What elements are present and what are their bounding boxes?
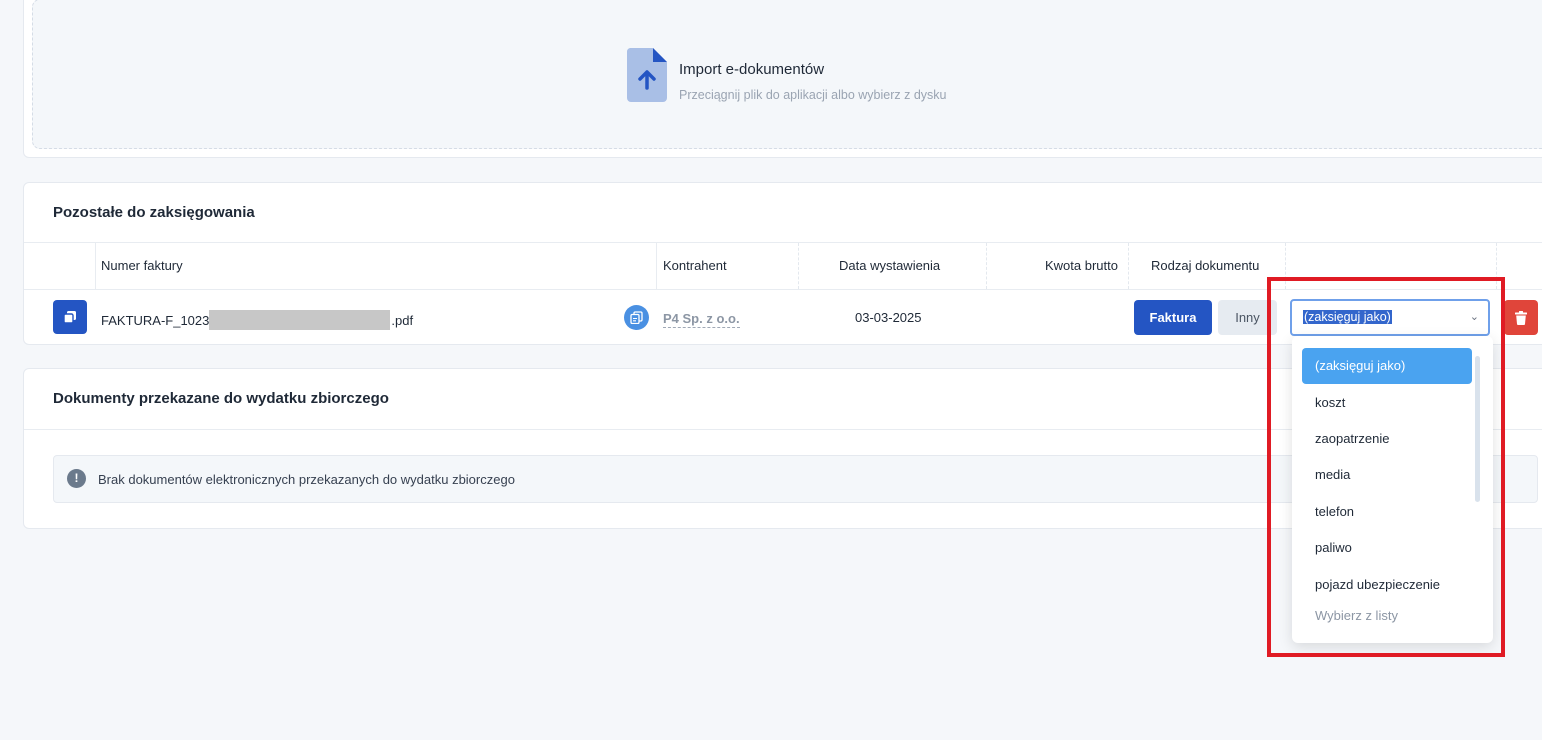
redacted-block <box>209 310 391 330</box>
dropdown-option[interactable]: (zaksięguj jako) <box>1302 348 1472 384</box>
book-as-select[interactable]: (zaksięguj jako) ⌄ <box>1290 299 1490 336</box>
remaining-title: Pozostałe do zaksięgowania <box>53 204 255 221</box>
dropdown-option[interactable]: koszt <box>1302 385 1472 421</box>
empty-notice-text: Brak dokumentów elektronicznych przekaza… <box>98 472 515 487</box>
column-divider <box>1496 243 1497 289</box>
issue-date: 03-03-2025 <box>855 310 922 325</box>
contractor-link[interactable]: P4 Sp. z o.o. <box>663 311 740 328</box>
filename-suffix: .pdf <box>391 312 414 328</box>
column-divider <box>798 243 799 289</box>
delete-button[interactable] <box>1504 300 1538 335</box>
column-divider <box>95 243 96 289</box>
dropdown-scrollbar[interactable] <box>1475 356 1480 502</box>
contractor-details-icon[interactable] <box>624 305 649 330</box>
column-invoice-number: Numer faktury <box>101 258 183 273</box>
column-divider <box>1128 243 1129 289</box>
dropdown-placeholder: Wybierz z listy <box>1315 608 1398 623</box>
import-dropzone[interactable]: Import e-dokumentów Przeciągnij plik do … <box>32 0 1542 149</box>
column-divider <box>656 243 657 289</box>
document-stack-icon <box>630 311 643 324</box>
import-title: Import e-dokumentów <box>679 61 825 78</box>
column-gross-amount: Kwota brutto <box>1045 258 1118 273</box>
import-card: Import e-dokumentów Przeciągnij plik do … <box>23 0 1542 158</box>
faktura-button[interactable]: Faktura <box>1134 300 1212 335</box>
column-divider <box>986 243 987 289</box>
filename-prefix: FAKTURA-F_1023 <box>101 312 210 328</box>
collective-title: Dokumenty przekazane do wydatku zbiorcze… <box>53 390 389 407</box>
dropdown-option[interactable]: paliwo <box>1302 530 1472 566</box>
book-as-dropdown: (zaksięguj jako) koszt zaopatrzenie medi… <box>1292 336 1493 643</box>
dropdown-option[interactable]: telefon <box>1302 494 1472 530</box>
page: Import e-dokumentów Przeciągnij plik do … <box>0 0 1542 740</box>
import-subtitle: Przeciągnij plik do aplikacji albo wybie… <box>679 88 947 102</box>
column-contractor: Kontrahent <box>663 258 727 273</box>
book-as-value: (zaksięguj jako) <box>1303 310 1392 324</box>
file-upload-icon <box>627 48 667 102</box>
table-header: Numer faktury Kontrahent Data wystawieni… <box>24 242 1542 290</box>
inny-button[interactable]: Inny <box>1218 300 1277 335</box>
copy-icon <box>63 311 76 324</box>
column-issue-date: Data wystawienia <box>839 258 941 273</box>
remaining-card: Pozostałe do zaksięgowania Numer faktury… <box>23 182 1542 345</box>
chevron-down-icon: ⌄ <box>1469 311 1479 323</box>
dropdown-option[interactable]: pojazd ubezpieczenie <box>1302 567 1472 603</box>
invoice-filename[interactable]: FAKTURA-F_1023 .pdf <box>101 310 413 330</box>
column-divider <box>1285 243 1286 289</box>
info-icon: ! <box>67 469 86 488</box>
column-document-type: Rodzaj dokumentu <box>1151 258 1260 273</box>
copy-button[interactable] <box>53 300 87 334</box>
trash-icon <box>1515 310 1527 325</box>
dropdown-option[interactable]: zaopatrzenie <box>1302 421 1472 457</box>
dropdown-option[interactable]: media <box>1302 457 1472 493</box>
